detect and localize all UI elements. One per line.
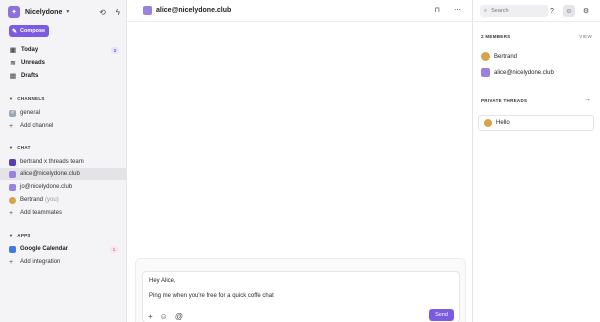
members-header: 2 MEMBERS xyxy=(481,34,511,39)
mention-icon[interactable]: @ xyxy=(175,312,183,321)
plus-icon[interactable]: + xyxy=(148,312,153,321)
add-integration-label: Add integration xyxy=(20,259,61,265)
details-panel: ⌕ ? ☺ ⚙ 2 MEMBERS VIEW Bertrand alice@ni… xyxy=(473,0,600,322)
composer-toolbar: + ☺ @ xyxy=(148,312,183,321)
conversation-pane: alice@nicelydone.club ⊓ ⋯ Hey Alice, Pin… xyxy=(127,0,473,322)
chat-item-bertrand[interactable]: Bertrand (you) xyxy=(0,194,126,206)
plus-icon: + xyxy=(9,258,14,266)
avatar xyxy=(484,119,492,127)
archive-icon[interactable]: ⊓ xyxy=(435,6,440,14)
team-avatar xyxy=(9,158,16,166)
google-calendar-icon xyxy=(9,245,16,253)
avatar xyxy=(481,68,490,77)
add-channel-label: Add channel xyxy=(20,123,54,129)
details-header: ⌕ ? ☺ ⚙ xyxy=(473,0,600,22)
sidebar-item-drafts[interactable]: ▤ Drafts xyxy=(9,71,119,81)
sidebar-item-label: Drafts xyxy=(21,73,39,79)
chat-label: Bertrand xyxy=(20,197,44,203)
stack-icon: ≋ xyxy=(10,60,16,67)
caret-down-icon: ▼ xyxy=(9,233,14,238)
caret-down-icon: ▼ xyxy=(9,96,14,101)
compose-label: Compose xyxy=(20,28,46,34)
message-editor[interactable]: Hey Alice, Ping me when you're free for … xyxy=(142,271,460,322)
settings-icon[interactable]: ⚙ xyxy=(580,5,592,17)
channels-section-header[interactable]: ▼ CHANNELS xyxy=(9,96,45,101)
avatar xyxy=(9,196,16,204)
header-actions: ? ☺ ⚙ xyxy=(546,5,592,17)
conversation-header: alice@nicelydone.club ⊓ ⋯ xyxy=(127,0,473,22)
view-members-link[interactable]: VIEW xyxy=(579,34,592,39)
app-window: ✦ Nicelydone ▼ ⟲ ϟ ✎ Compose ▣ Today 2 ≋… xyxy=(0,0,600,322)
sidebar-item-today[interactable]: ▣ Today 2 xyxy=(9,45,119,55)
avatar xyxy=(9,183,16,191)
chat-item-alice[interactable]: alice@nicelydone.club xyxy=(0,168,126,180)
arrow-right-icon[interactable]: → xyxy=(584,96,591,103)
sidebar-item-unreads[interactable]: ≋ Unreads xyxy=(9,58,119,68)
apps-section-header[interactable]: ▼ APPS xyxy=(9,233,31,238)
channel-item-general[interactable]: # general xyxy=(0,107,126,119)
thread-item[interactable]: Hello xyxy=(478,115,594,131)
app-label: Google Calendar xyxy=(20,246,69,252)
workspace-header: ✦ Nicelydone ▼ ⟲ ϟ xyxy=(8,5,120,19)
avatar xyxy=(481,52,490,61)
workspace-name[interactable]: Nicelydone xyxy=(25,9,62,16)
chat-item-jo[interactable]: jo@nicelydone.club xyxy=(0,181,126,193)
plus-icon: + xyxy=(9,122,14,130)
private-threads-header: PRIVATE THREADS xyxy=(481,98,528,103)
conversation-title: alice@nicelydone.club xyxy=(156,7,232,14)
help-icon[interactable]: ? xyxy=(546,5,558,17)
channel-label: general xyxy=(20,110,41,116)
emoji-icon[interactable]: ☺ xyxy=(160,312,168,321)
lightning-icon[interactable]: ϟ xyxy=(116,8,120,17)
chat-item-team[interactable]: bertrand x threads team xyxy=(0,156,126,168)
member-item[interactable]: Bertrand xyxy=(481,52,517,61)
thread-label: Hello xyxy=(496,120,510,126)
sidebar: ✦ Nicelydone ▼ ⟲ ϟ ✎ Compose ▣ Today 2 ≋… xyxy=(0,0,127,322)
search-box[interactable]: ⌕ xyxy=(480,5,548,17)
more-icon[interactable]: ⋯ xyxy=(454,6,461,14)
message-composer: Hey Alice, Ping me when you're free for … xyxy=(135,258,466,322)
conversation-actions: ⊓ ⋯ xyxy=(435,6,461,14)
send-button[interactable]: Send xyxy=(429,309,454,321)
calendar-icon: ▣ xyxy=(9,47,17,54)
sidebar-item-label: Unreads xyxy=(21,60,46,66)
add-integration-button[interactable]: + Add integration xyxy=(0,256,126,268)
document-icon: ▤ xyxy=(9,73,17,80)
search-input[interactable] xyxy=(491,8,542,14)
workspace-actions: ⟲ ϟ xyxy=(99,8,120,17)
search-icon: ⌕ xyxy=(484,7,488,14)
chat-label: alice@nicelydone.club xyxy=(20,171,80,177)
avatar xyxy=(9,170,16,178)
plus-icon: + xyxy=(9,209,14,217)
chat-label: jo@nicelydone.club xyxy=(20,184,73,190)
chat-section-header[interactable]: ▼ CHAT xyxy=(9,145,31,150)
pencil-icon: ✎ xyxy=(12,28,18,35)
count-badge: 1 xyxy=(110,245,118,253)
avatar xyxy=(143,6,152,15)
message-line: Ping me when you're free for a quick cof… xyxy=(149,293,274,299)
app-item-google-calendar[interactable]: Google Calendar 1 xyxy=(0,243,126,255)
message-line: Hey Alice, xyxy=(149,278,176,284)
history-icon[interactable]: ⟲ xyxy=(99,8,106,17)
member-item[interactable]: alice@nicelydone.club xyxy=(481,68,554,77)
sidebar-item-label: Today xyxy=(21,47,39,53)
workspace-logo-icon[interactable]: ✦ xyxy=(8,6,20,18)
chat-label: bertrand x threads team xyxy=(20,159,84,165)
chevron-down-icon[interactable]: ▼ xyxy=(65,9,70,15)
add-channel-button[interactable]: + Add channel xyxy=(0,120,126,132)
add-teammates-button[interactable]: + Add teammates xyxy=(0,207,126,219)
you-suffix: (you) xyxy=(45,197,59,203)
count-badge: 2 xyxy=(111,46,119,54)
emoji-icon[interactable]: ☺ xyxy=(563,5,575,17)
caret-down-icon: ▼ xyxy=(9,145,14,150)
compose-button[interactable]: ✎ Compose xyxy=(9,25,49,37)
add-teammates-label: Add teammates xyxy=(20,210,63,216)
channel-icon: # xyxy=(9,109,16,117)
